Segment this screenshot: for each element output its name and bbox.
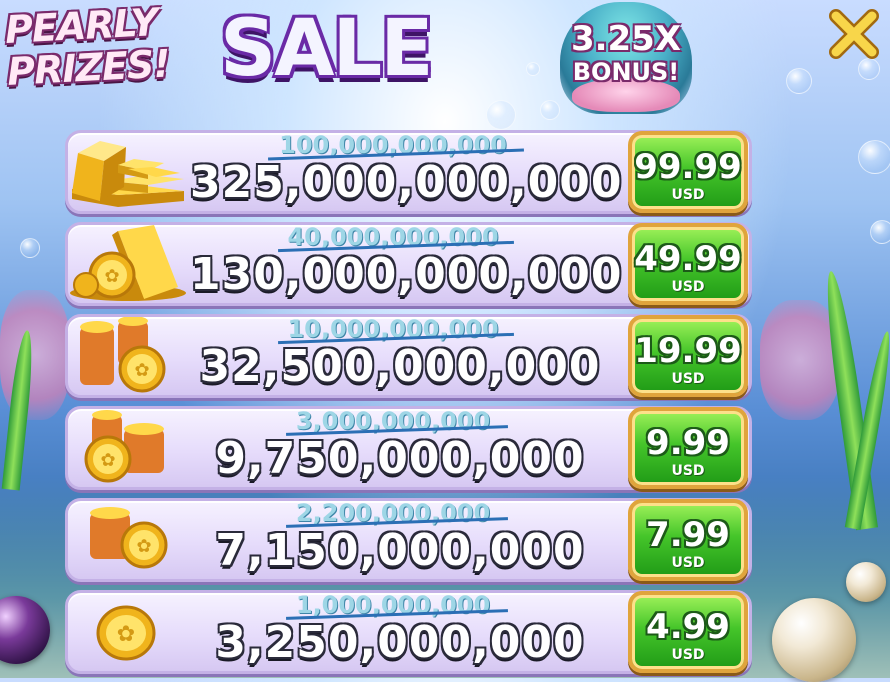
- coin-stack-small-icon: ✿: [68, 501, 188, 579]
- bubble-decoration: [20, 238, 40, 258]
- pearl-decoration: [772, 598, 856, 682]
- price-label: 99.99: [634, 147, 742, 187]
- price-label: 4.99: [646, 607, 730, 647]
- sale-title: SALE: [220, 4, 434, 94]
- price-label: 7.99: [646, 515, 730, 555]
- buy-button[interactable]: 49.99 USD: [628, 223, 748, 305]
- currency-label: USD: [671, 371, 705, 387]
- currency-label: USD: [671, 463, 705, 479]
- offer-row: ✿ 1,000,000,000 3,250,000,000 4.99 USD: [65, 590, 752, 674]
- svg-text:✿: ✿: [104, 266, 119, 287]
- coin-amount: 7,150,000,000: [215, 525, 585, 576]
- close-button[interactable]: [826, 6, 882, 62]
- coin-amount: 9,750,000,000: [215, 433, 585, 484]
- game-logo: PEARLY PRIZES!: [4, 0, 198, 94]
- bubble-decoration: [540, 100, 560, 120]
- coin-amount: 32,500,000,000: [199, 341, 601, 392]
- currency-label: USD: [671, 187, 705, 203]
- offer-row: ✿ 10,000,000,000 32,500,000,000 19.99 US…: [65, 314, 752, 398]
- coin-amount: 3,250,000,000: [215, 617, 585, 668]
- close-icon: [829, 9, 879, 59]
- buy-button[interactable]: 19.99 USD: [628, 315, 748, 397]
- price-label: 19.99: [634, 331, 742, 371]
- logo-line-2: PRIZES!: [6, 41, 171, 94]
- buy-button[interactable]: 9.99 USD: [628, 407, 748, 489]
- price-label: 9.99: [646, 423, 730, 463]
- bonus-badge: 3.25X BONUS!: [560, 20, 692, 86]
- price-label: 49.99: [634, 239, 742, 279]
- coin-stacks-medium-icon: ✿: [68, 409, 188, 487]
- buy-button[interactable]: 4.99 USD: [628, 591, 748, 673]
- bubble-decoration: [486, 100, 516, 130]
- svg-text:✿: ✿: [136, 536, 151, 557]
- svg-text:✿: ✿: [100, 450, 115, 471]
- bubble-decoration: [870, 220, 890, 244]
- coin-amount: 325,000,000,000: [190, 157, 623, 208]
- coin-stacks-large-icon: ✿: [68, 316, 188, 395]
- gold-bars-icon: [68, 133, 188, 211]
- bubble-decoration: [526, 62, 540, 76]
- buy-button[interactable]: 7.99 USD: [628, 499, 748, 581]
- buy-button[interactable]: 99.99 USD: [628, 131, 748, 213]
- currency-label: USD: [671, 555, 705, 571]
- bonus-multiplier: 3.25X: [570, 19, 682, 59]
- offer-row: ✿ 40,000,000,000 130,000,000,000 49.99 U…: [65, 222, 752, 306]
- currency-label: USD: [671, 647, 705, 663]
- bubble-decoration: [858, 140, 890, 174]
- svg-text:✿: ✿: [134, 360, 149, 381]
- coin-amount: 130,000,000,000: [190, 249, 623, 300]
- offer-row: 100,000,000,000 325,000,000,000 99.99 US…: [65, 130, 752, 214]
- svg-text:✿: ✿: [117, 622, 135, 647]
- offer-row: ✿ 3,000,000,000 9,750,000,000 9.99 USD: [65, 406, 752, 490]
- gold-bar-coins-icon: ✿: [68, 225, 188, 303]
- offer-row: ✿ 2,200,000,000 7,150,000,000 7.99 USD: [65, 498, 752, 582]
- currency-label: USD: [671, 279, 705, 295]
- bonus-label: BONUS!: [572, 58, 680, 86]
- bubble-decoration: [786, 68, 812, 94]
- pearl-decoration: [846, 562, 886, 602]
- single-coin-icon: ✿: [68, 593, 188, 671]
